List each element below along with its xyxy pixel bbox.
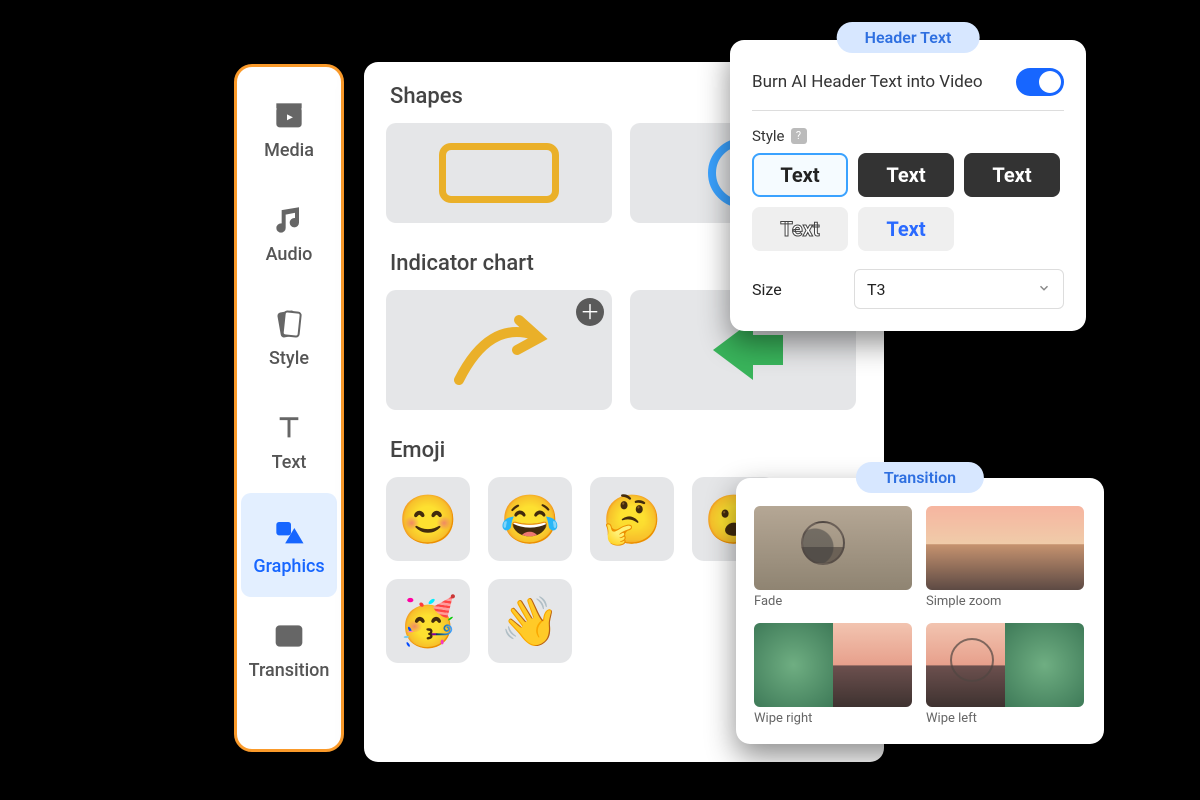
style-icon	[271, 306, 307, 342]
sidebar-item-label: Text	[272, 452, 307, 473]
rounded-rectangle-icon	[439, 143, 559, 203]
transition-fade[interactable]: Fade	[754, 506, 912, 609]
transition-panel: Transition Fade Simple zoom Wipe right	[736, 478, 1104, 744]
header-text-panel: Header Text Burn AI Header Text into Vid…	[730, 40, 1086, 331]
size-label: Size	[752, 280, 782, 299]
header-text-panel-title: Header Text	[837, 22, 980, 53]
sidebar-item-label: Media	[264, 140, 314, 161]
transition-fade-thumb	[754, 506, 912, 590]
graphics-icon	[271, 514, 307, 550]
help-icon[interactable]: ?	[791, 128, 807, 144]
transition-zoom-thumb	[926, 506, 1084, 590]
text-style-option-5[interactable]: Text	[858, 207, 954, 251]
music-note-icon	[271, 202, 307, 238]
sidebar-item-label: Graphics	[253, 556, 324, 577]
chevron-down-icon	[1037, 280, 1051, 299]
sidebar-item-label: Audio	[266, 244, 313, 265]
sidebar-item-graphics[interactable]: Graphics	[241, 493, 337, 597]
transition-simple-zoom[interactable]: Simple zoom	[926, 506, 1084, 609]
emoji-heading: Emoji	[390, 438, 862, 463]
sidebar-item-transition[interactable]: Transition	[241, 597, 337, 701]
transition-label: Wipe right	[754, 711, 912, 726]
text-icon	[271, 410, 307, 446]
transition-wipe-right-thumb	[754, 623, 912, 707]
text-style-grid: Text Text Text Text Text	[752, 153, 1064, 251]
size-select-value: T3	[867, 280, 886, 299]
sidebar-item-media[interactable]: Media	[241, 77, 337, 181]
curved-arrow-right-icon	[439, 300, 559, 400]
indicator-arrow-right-tile[interactable]: ＋	[386, 290, 612, 410]
text-style-option-4[interactable]: Text	[752, 207, 848, 251]
transition-label: Wipe left	[926, 711, 1084, 726]
shape-rectangle-tile[interactable]	[386, 123, 612, 223]
add-icon[interactable]: ＋	[576, 298, 604, 326]
style-label: Style	[752, 127, 785, 145]
sidebar-item-label: Transition	[249, 660, 330, 681]
text-style-option-1[interactable]: Text	[752, 153, 848, 197]
transition-wipe-left-thumb	[926, 623, 1084, 707]
emoji-laugh[interactable]: 😂	[488, 477, 572, 561]
emoji-thinking[interactable]: 🤔	[590, 477, 674, 561]
transition-wipe-left[interactable]: Wipe left	[926, 623, 1084, 726]
size-select[interactable]: T3	[854, 269, 1064, 309]
text-style-option-2[interactable]: Text	[858, 153, 954, 197]
media-icon	[271, 98, 307, 134]
transition-panel-title: Transition	[856, 462, 984, 493]
sidebar-item-style[interactable]: Style	[241, 285, 337, 389]
burn-header-toggle[interactable]	[1016, 68, 1064, 96]
sidebar: Media Audio Style Text Graphics	[234, 64, 344, 752]
sidebar-item-label: Style	[269, 348, 309, 369]
transition-wipe-right[interactable]: Wipe right	[754, 623, 912, 726]
emoji-smile[interactable]: 😊	[386, 477, 470, 561]
sidebar-item-text[interactable]: Text	[241, 389, 337, 493]
transition-label: Simple zoom	[926, 594, 1084, 609]
burn-header-toggle-label: Burn AI Header Text into Video	[752, 72, 983, 92]
emoji-party[interactable]: 🥳	[386, 579, 470, 663]
sidebar-item-audio[interactable]: Audio	[241, 181, 337, 285]
emoji-wave[interactable]: 👋	[488, 579, 572, 663]
transition-label: Fade	[754, 594, 912, 609]
transition-icon	[271, 618, 307, 654]
text-style-option-3[interactable]: Text	[964, 153, 1060, 197]
